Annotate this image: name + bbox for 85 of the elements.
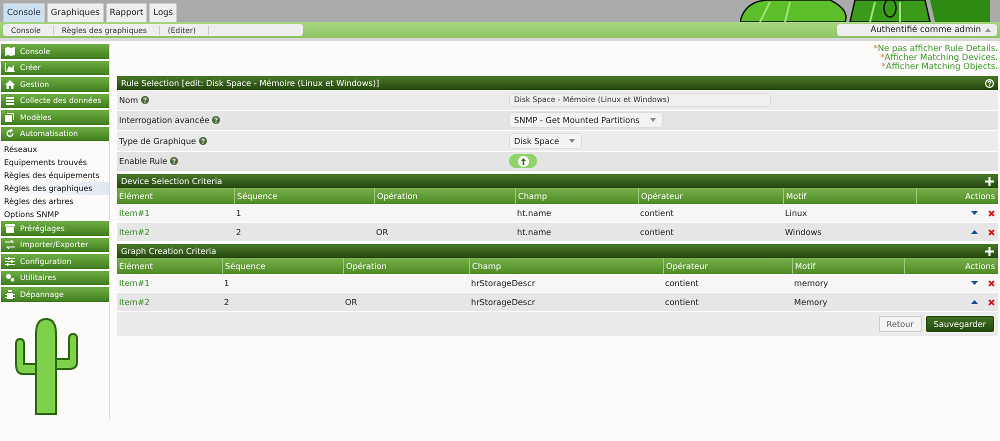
column-header: Opérateur <box>641 191 683 201</box>
table-cell: memory <box>794 278 828 288</box>
caret-icon <box>985 28 991 32</box>
column-header: Élément <box>119 261 153 271</box>
table-cell: 2 <box>236 227 242 237</box>
panel-title: Rule Selection [edit: Disk Space - Mémoire (Linux et Windows)] <box>121 78 380 88</box>
table-cell: 1 <box>236 208 242 218</box>
toggle-link[interactable]: *Afficher Matching Objects. <box>882 63 998 72</box>
panel-title: Graph Creation Criteria <box>121 246 216 256</box>
table-cell: Linux <box>785 208 808 218</box>
arrow-up-icon <box>520 158 526 165</box>
field-label: Nom <box>119 94 138 105</box>
delete-icon[interactable] <box>988 228 995 236</box>
user-menu-button[interactable]: Authentifié comme admin <box>837 24 997 36</box>
help-icon[interactable] <box>141 96 150 104</box>
nav-tab[interactable]: Console <box>3 3 45 22</box>
refresh-icon <box>5 129 15 138</box>
toggle-link[interactable]: *Afficher Matching Devices. <box>880 54 998 63</box>
column-header: Champ <box>472 261 502 271</box>
delete-icon[interactable] <box>988 280 995 286</box>
map-icon <box>5 46 15 56</box>
table-cell: contient <box>640 208 674 218</box>
table-cell: Memory <box>794 297 828 307</box>
sliders-icon <box>5 256 15 266</box>
field-label: Interrogation avancée <box>119 115 210 126</box>
dropdown[interactable]: SNMP - Get Mounted Partitions <box>509 112 663 128</box>
help-icon[interactable] <box>985 78 994 88</box>
column-header: Opération <box>346 261 387 271</box>
column-header: Élément <box>119 191 153 201</box>
column-header: Opérateur <box>666 261 708 271</box>
bug-icon <box>5 290 15 299</box>
add-icon[interactable] <box>985 176 994 186</box>
table-cell: contient <box>640 227 674 237</box>
nav-tab[interactable]: Logs <box>149 3 177 22</box>
help-icon[interactable] <box>212 116 220 124</box>
table-cell: ht.name <box>517 208 552 218</box>
dropdown[interactable]: Disk Space <box>509 132 582 149</box>
column-header: Motif <box>786 191 806 201</box>
caret-icon <box>569 138 576 143</box>
column-header: Motif <box>795 261 816 271</box>
archive-icon <box>5 224 15 233</box>
save-button[interactable]: Sauvegarder <box>926 316 994 332</box>
move-up-icon[interactable] <box>971 230 978 234</box>
table-cell: OR <box>345 297 358 307</box>
nav-tab[interactable]: Rapport <box>106 3 148 22</box>
table-cell: 1 <box>224 278 230 288</box>
field-label: Enable Rule <box>119 156 168 166</box>
table-cell: contient <box>665 278 699 288</box>
caret-icon <box>650 118 656 122</box>
toggle-link[interactable]: *Ne pas afficher Rule Details. <box>873 45 998 54</box>
item-link[interactable]: Item#2 <box>119 227 150 237</box>
column-header: Actions <box>965 191 995 201</box>
column-header: Actions <box>965 261 995 271</box>
toggle-switch[interactable] <box>509 154 537 168</box>
chart-icon <box>5 63 15 72</box>
delete-icon[interactable] <box>988 210 995 216</box>
move-down-icon[interactable] <box>971 211 978 215</box>
table-cell: 2 <box>224 297 230 307</box>
panel-title: Device Selection Criteria <box>121 176 222 186</box>
database-icon <box>5 96 15 106</box>
move-down-icon[interactable] <box>971 281 978 285</box>
column-header: Champ <box>518 191 548 201</box>
help-icon[interactable] <box>170 157 178 166</box>
exchange-icon <box>5 240 15 250</box>
field-label: Type de Graphique <box>119 136 196 146</box>
home-icon <box>5 80 15 89</box>
item-link[interactable]: Item#1 <box>119 278 150 288</box>
move-up-icon[interactable] <box>971 300 978 304</box>
help-icon[interactable] <box>199 136 208 145</box>
item-link[interactable]: Item#1 <box>119 208 150 218</box>
column-header: Séquence <box>225 261 266 271</box>
item-link[interactable]: Item#2 <box>119 297 150 307</box>
table-cell: hrStorageDescr <box>471 297 536 307</box>
column-header: Séquence <box>237 191 278 201</box>
add-icon[interactable] <box>985 246 994 256</box>
copy-icon <box>5 112 15 122</box>
table-cell: Windows <box>785 227 822 237</box>
table-cell: hrStorageDescr <box>471 278 536 288</box>
delete-icon[interactable] <box>988 298 995 306</box>
table-cell: OR <box>376 227 388 237</box>
table-cell: contient <box>665 297 699 307</box>
back-button[interactable]: Retour <box>878 316 922 332</box>
nav-tab[interactable]: Graphiques <box>46 3 104 22</box>
table-cell: ht.name <box>517 227 552 237</box>
column-header: Opération <box>377 191 418 201</box>
